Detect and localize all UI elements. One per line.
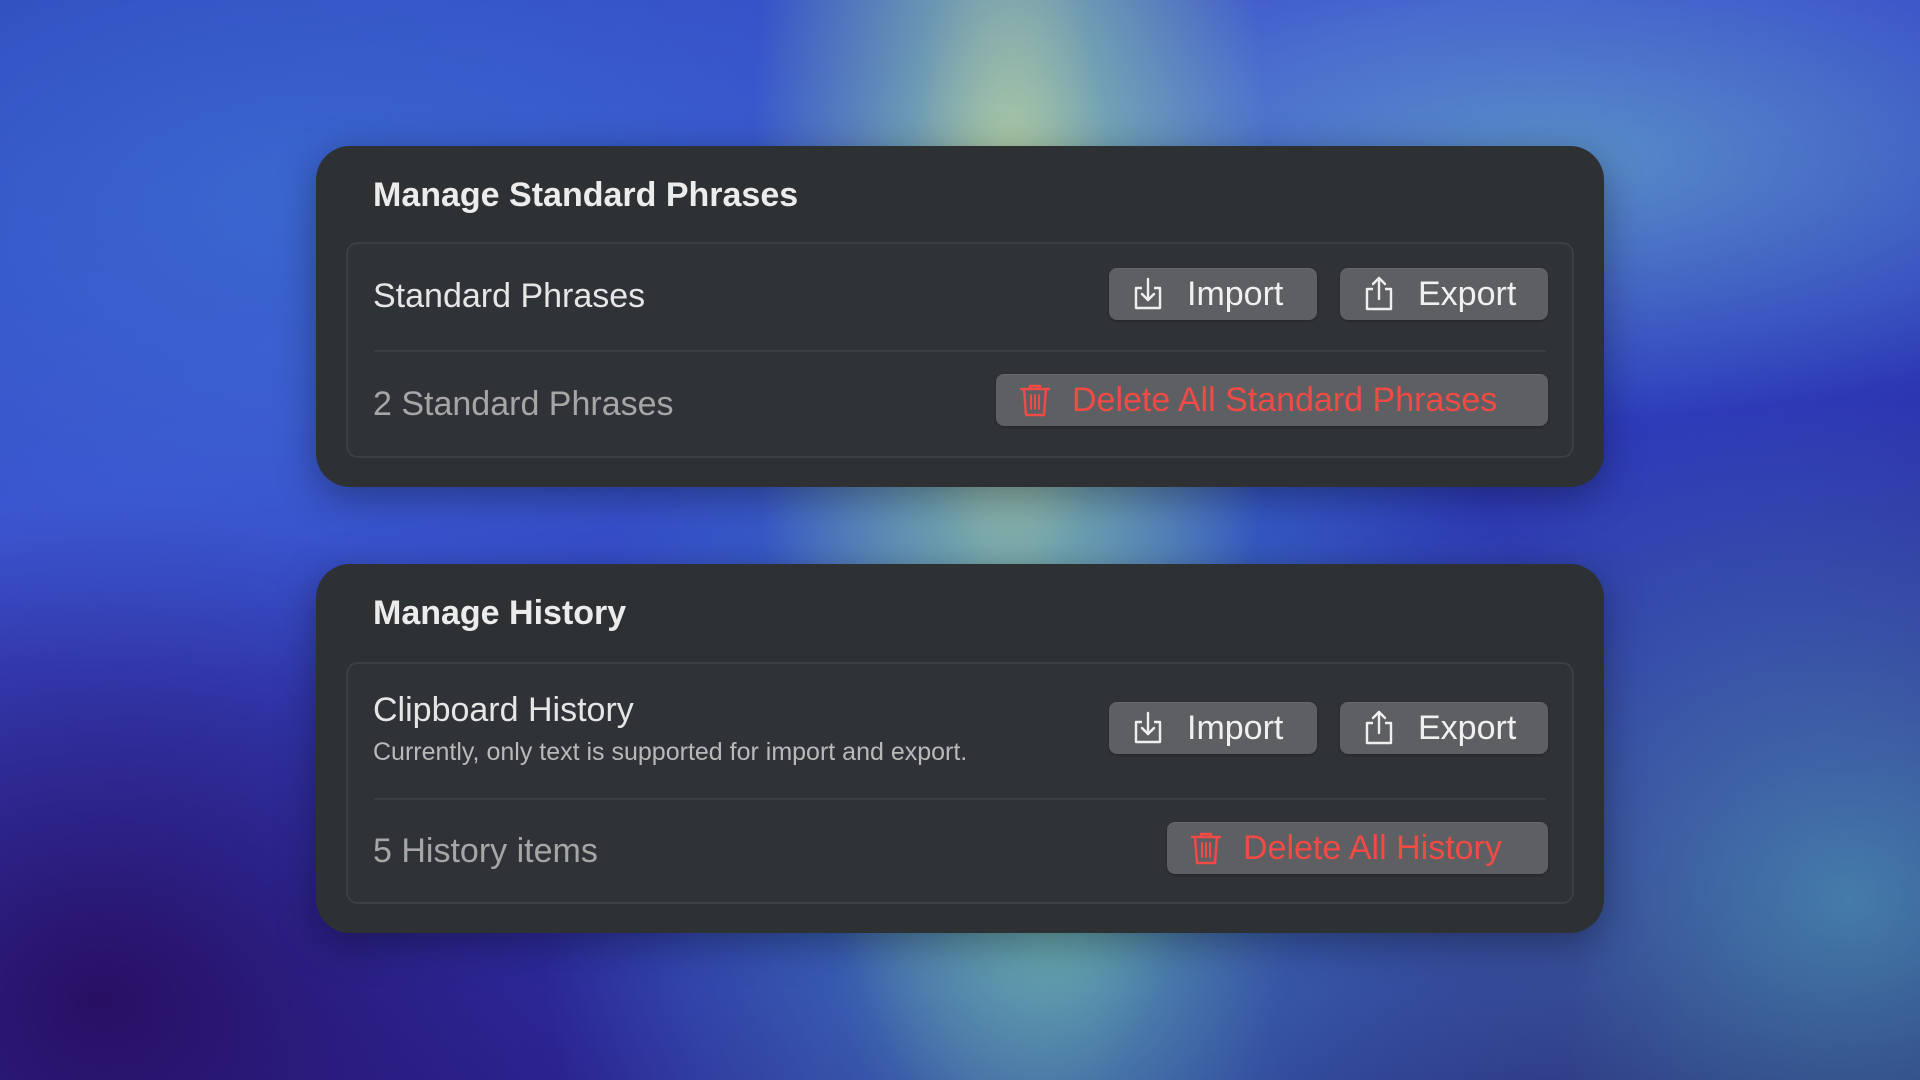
import-label: Import xyxy=(1187,708,1284,747)
delete-label: Delete All History xyxy=(1243,828,1502,867)
manage-history-panel: Manage History Clipboard History Current… xyxy=(316,564,1604,933)
standard-phrases-row: Standard Phrases Import Export xyxy=(348,244,1572,350)
standard-phrases-count: 2 Standard Phrases xyxy=(373,385,674,423)
standard-phrases-group: Standard Phrases Import Export 2 Standar… xyxy=(346,242,1574,458)
export-icon xyxy=(1365,710,1393,745)
panel-title: Manage History xyxy=(373,594,627,632)
delete-all-history-button[interactable]: Delete All History xyxy=(1167,822,1548,874)
import-label: Import xyxy=(1187,274,1284,313)
export-icon xyxy=(1365,276,1393,311)
export-label: Export xyxy=(1418,274,1517,313)
export-label: Export xyxy=(1418,708,1517,747)
delete-label: Delete All Standard Phrases xyxy=(1072,380,1498,419)
delete-all-standard-phrases-button[interactable]: Delete All Standard Phrases xyxy=(996,374,1548,426)
clipboard-history-group: Clipboard History Currently, only text i… xyxy=(346,662,1574,904)
history-count: 5 History items xyxy=(373,832,598,870)
import-standard-phrases-button[interactable]: Import xyxy=(1109,268,1317,320)
row-label: Standard Phrases xyxy=(373,277,646,315)
manage-standard-phrases-panel: Manage Standard Phrases Standard Phrases… xyxy=(316,146,1604,487)
standard-phrases-count-row: 2 Standard Phrases Delete All Standard P… xyxy=(348,352,1572,456)
history-count-row: 5 History items Delete All History xyxy=(348,800,1572,902)
panel-title: Manage Standard Phrases xyxy=(373,176,799,214)
clipboard-history-row: Clipboard History Currently, only text i… xyxy=(348,664,1572,798)
row-label: Clipboard History xyxy=(373,691,634,729)
import-history-button[interactable]: Import xyxy=(1109,702,1317,754)
trash-icon xyxy=(1019,384,1051,417)
export-standard-phrases-button[interactable]: Export xyxy=(1340,268,1548,320)
export-history-button[interactable]: Export xyxy=(1340,702,1548,754)
import-icon xyxy=(1134,711,1162,744)
trash-icon xyxy=(1190,832,1222,865)
import-icon xyxy=(1134,277,1162,310)
row-subtitle: Currently, only text is supported for im… xyxy=(373,738,968,766)
